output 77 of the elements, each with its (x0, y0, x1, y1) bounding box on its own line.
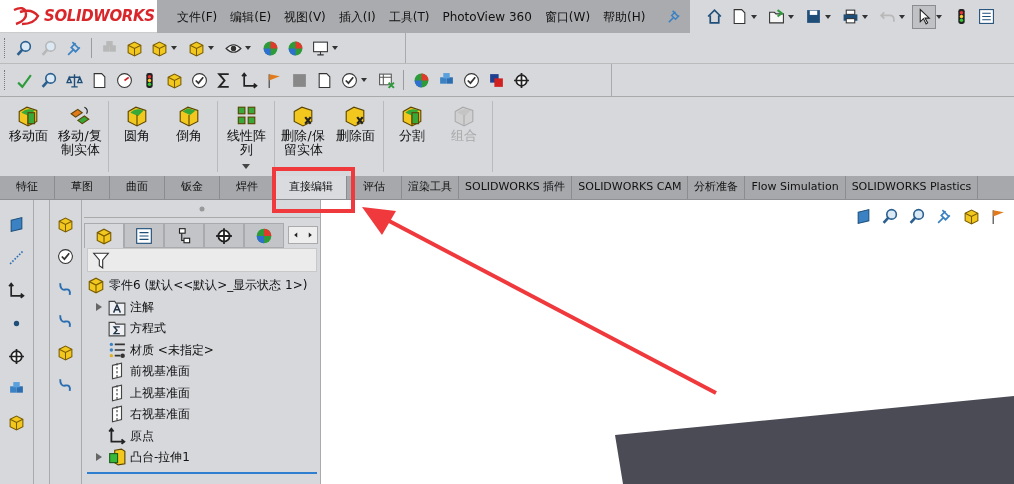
tree-item-label[interactable]: 原点 (130, 426, 154, 445)
axes-icon (108, 426, 126, 445)
magnifier-icon (908, 207, 926, 225)
magnifier-icon (881, 207, 899, 225)
toolbar-pointer-button[interactable] (912, 4, 936, 29)
menu-item[interactable]: 插入(I) (338, 7, 376, 26)
magnifier-icon (40, 71, 58, 89)
tree-root-label[interactable]: 零件6 (默认<<默认>_显示状态 1>) (109, 276, 308, 294)
crosshair-icon (8, 347, 25, 365)
check-icon (462, 71, 480, 89)
printer-icon (841, 8, 859, 25)
logo-icon (12, 6, 40, 26)
sphere-icon (255, 226, 273, 245)
expand-arrow-icon[interactable] (96, 453, 102, 462)
pin-icon (935, 207, 953, 225)
filter-field[interactable] (87, 248, 317, 272)
tree-item-label[interactable]: 方程式 (130, 319, 166, 338)
menu-item[interactable]: 视图(V) (284, 7, 326, 26)
ribbon-button[interactable]: 删除/保留实体 (279, 101, 327, 173)
pin-icon (65, 39, 83, 57)
check-icon (57, 247, 74, 265)
tree-item-label[interactable]: 前视基准面 (130, 362, 190, 381)
tree-item-label[interactable]: 材质 <未指定> (130, 340, 214, 359)
check-icon (190, 71, 208, 89)
folder-icon (767, 8, 785, 25)
sphere-icon (261, 39, 279, 57)
square-icon (487, 71, 505, 89)
list-icon (135, 226, 153, 245)
panel-tab[interactable] (124, 223, 164, 248)
scale-icon (65, 71, 83, 89)
pin-icon (667, 9, 682, 24)
sphere-icon (412, 71, 430, 89)
caret-icon (242, 164, 250, 169)
folder-icon (108, 319, 126, 338)
crosshair-icon (512, 71, 530, 89)
menu-item[interactable]: 文件(F) (177, 7, 218, 26)
tree-item-label[interactable]: 上视基准面 (130, 383, 190, 402)
panel-tab[interactable] (204, 223, 244, 248)
axes-icon (8, 281, 25, 299)
plane-icon (8, 215, 25, 233)
crosshair-icon (215, 226, 233, 245)
menu-item[interactable]: PhotoView 360 (442, 7, 532, 26)
menu-item[interactable]: 帮助(H) (603, 7, 646, 26)
list-icon (977, 8, 995, 25)
ribbon-button[interactable]: 移动面 (4, 101, 52, 173)
menu-item[interactable]: 编辑(E) (230, 7, 272, 26)
menu-item[interactable]: 窗口(W) (544, 7, 591, 26)
check-icon (340, 71, 358, 89)
ribbon-button[interactable]: 分割 (388, 101, 436, 173)
tree-item-label[interactable]: 注解 (130, 297, 154, 316)
tab[interactable]: 直接编辑 (275, 176, 347, 199)
menu-item[interactable]: 工具(T) (388, 7, 430, 26)
gauge-icon (115, 71, 133, 89)
magnifier-icon (40, 39, 58, 57)
sphere-icon (286, 39, 304, 57)
extrude-icon (108, 448, 126, 467)
ribbon-button[interactable]: 圆角 (113, 101, 161, 173)
filter-icon (92, 251, 110, 269)
expand-arrow-icon[interactable] (96, 302, 102, 311)
home-icon (705, 8, 723, 25)
dotted-line-icon (8, 248, 25, 266)
logo-text: SOLIDWORKS (44, 5, 155, 27)
table-icon (377, 71, 395, 89)
grip-icon (199, 205, 205, 212)
material-icon (108, 340, 126, 359)
tree-item-label[interactable]: 凸台-拉伸1 (130, 448, 190, 467)
ribbon-button[interactable]: 线性阵列 (222, 101, 270, 173)
ribbon-button[interactable]: 删除面 (331, 101, 379, 173)
monitor-icon (311, 39, 329, 57)
save-icon (804, 8, 822, 25)
axes-icon (240, 71, 258, 89)
pattern-icon (235, 105, 257, 127)
ribbon-button[interactable]: 倒角 (165, 101, 213, 173)
magnifier-icon (15, 39, 33, 57)
tree-item-label[interactable]: 右视基准面 (130, 405, 190, 424)
ribbon-button[interactable]: 移动/复制实体 (56, 101, 104, 173)
panel-tab[interactable] (164, 223, 204, 248)
